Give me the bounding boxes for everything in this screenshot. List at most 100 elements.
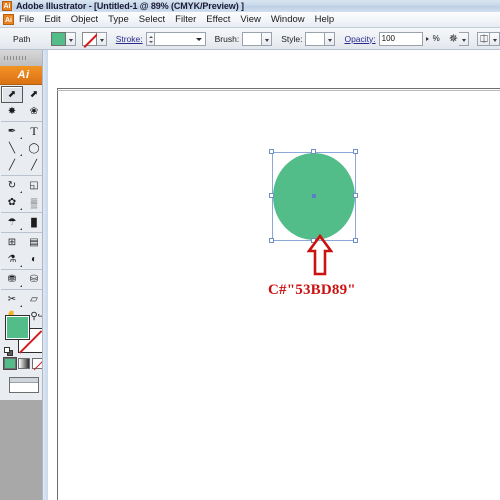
tools-panel-drag-grip-icon[interactable] [0, 50, 47, 67]
flyout-corner-icon [19, 305, 22, 307]
live-paint-bucket-tool[interactable]: ⛃ [1, 271, 23, 288]
eraser-tool-icon: ▱ [30, 294, 38, 305]
stroke-label[interactable]: Stroke: [116, 34, 143, 44]
selection-handle-top-left[interactable] [269, 149, 274, 154]
ellipse-tool-icon: ◯ [28, 143, 40, 154]
stroke-swatch-group[interactable] [81, 31, 107, 46]
align-panel-icon[interactable]: ⎅ [477, 31, 490, 46]
magic-wand-tool[interactable]: ✸ [1, 103, 23, 120]
menu-item-effect[interactable]: Effect [201, 12, 235, 27]
scale-tool-icon: ◱ [29, 180, 39, 191]
document-top-strip [48, 50, 500, 88]
slice-tool[interactable]: ✂ [1, 291, 23, 308]
style-control[interactable] [305, 31, 336, 46]
align-chevron-down-icon[interactable] [490, 31, 500, 46]
brush-control[interactable] [242, 31, 273, 46]
opacity-label[interactable]: Opacity: [344, 34, 375, 44]
menu-item-type[interactable]: Type [103, 12, 134, 27]
flyout-corner-icon [19, 208, 22, 210]
eyedropper-tool-icon: ⚗ [7, 254, 17, 265]
stroke-weight-stepper[interactable] [145, 31, 154, 46]
transform-effects-icon[interactable]: ✵ [449, 32, 458, 45]
selection-tool[interactable]: ⬈ [1, 86, 23, 103]
menu-item-help[interactable]: Help [310, 12, 340, 27]
stroke-weight-chevron-down-icon[interactable] [195, 37, 202, 41]
type-tool-icon: T [30, 124, 38, 138]
transform-chevron-down-icon[interactable] [459, 31, 469, 46]
default-fill-square-icon [4, 347, 10, 353]
flyout-corner-icon [19, 191, 22, 193]
warp-tool[interactable]: ✿ [1, 194, 23, 211]
symbol-sprayer-tool[interactable]: ☂ [1, 214, 23, 231]
fill-chevron-down-icon[interactable] [65, 31, 76, 46]
color-mode-button[interactable] [4, 358, 16, 369]
selection-handle-top-center[interactable] [311, 149, 316, 154]
opacity-control[interactable]: 100 % [378, 31, 440, 46]
flyout-corner-icon [19, 137, 22, 139]
selection-handle-top-right[interactable] [353, 149, 358, 154]
magic-wand-tool-icon: ✸ [7, 106, 17, 117]
live-paint-bucket-tool-icon: ⛃ [7, 274, 17, 285]
up-arrow-annotation-icon [307, 234, 333, 276]
pen-tool-icon: ✒ [7, 126, 17, 137]
paintbrush-tool-icon: ╱ [8, 160, 16, 171]
live-paint-selection-tool-icon: ⛁ [29, 274, 39, 285]
fill-indicator-swatch[interactable] [5, 315, 30, 340]
menu-item-view[interactable]: View [235, 12, 265, 27]
selection-handle-middle-right[interactable] [353, 193, 358, 198]
tools-panel-footer [0, 400, 47, 500]
menu-item-file[interactable]: File [14, 12, 39, 27]
fill-swatch-group[interactable] [50, 31, 76, 46]
grip-dots-icon [4, 56, 28, 60]
stroke-color-swatch[interactable] [81, 31, 97, 46]
object-type-label: Path [13, 33, 31, 44]
fill-stroke-indicator[interactable]: ↪ [4, 311, 45, 356]
stroke-weight-input[interactable] [153, 31, 206, 46]
style-input[interactable] [305, 31, 326, 46]
pen-tool[interactable]: ✒ [1, 123, 23, 140]
stroke-chevron-down-icon[interactable] [96, 31, 107, 46]
opacity-input[interactable]: 100 [378, 31, 423, 46]
stroke-weight-control[interactable] [145, 31, 206, 46]
line-segment-tool-icon: ╲ [8, 143, 16, 154]
direct-selection-tool-icon: ⬈ [29, 89, 39, 100]
tool-divider [1, 289, 46, 290]
paint-mode-buttons [4, 358, 44, 370]
menu-item-window[interactable]: Window [266, 12, 310, 27]
selection-handle-middle-left[interactable] [269, 193, 274, 198]
paintbrush-tool[interactable]: ╱ [1, 157, 23, 174]
document-window: C#"53BD89" [48, 50, 500, 500]
tool-divider [1, 121, 46, 122]
transform-effects-group[interactable]: ✵ [449, 31, 469, 46]
line-segment-tool[interactable]: ╲ [1, 140, 23, 157]
selection-handle-bottom-right[interactable] [353, 238, 358, 243]
tools-panel-header: Ai [0, 66, 47, 85]
eyedropper-tool[interactable]: ⚗ [1, 251, 23, 268]
opacity-unit-label: % [432, 34, 440, 43]
menu-item-edit[interactable]: Edit [39, 12, 65, 27]
tool-divider [1, 232, 46, 233]
rotate-tool[interactable]: ↻ [1, 177, 23, 194]
fill-color-swatch[interactable] [50, 31, 66, 46]
symbol-sprayer-tool-icon: ☂ [7, 217, 17, 228]
ai-logo-icon: Ai [2, 1, 12, 11]
tool-grid: ⬈ ⬈ ✸ ❀ ✒ T ╲ ◯ ╱ ╱ ↻ ◱ ✿ ▒ ☂ █ ⊞ ▤ ⚗ ◐ … [1, 86, 46, 325]
selection-tool-icon: ⬈ [7, 89, 17, 100]
lasso-tool-icon: ❀ [29, 106, 39, 117]
gradient-mode-button[interactable] [18, 358, 30, 369]
menu-item-select[interactable]: Select [134, 12, 170, 27]
mesh-tool[interactable]: ⊞ [1, 234, 23, 251]
opacity-slider-arrow-icon[interactable] [425, 36, 429, 41]
selection-handle-bottom-left[interactable] [269, 238, 274, 243]
screen-mode-button[interactable] [9, 377, 39, 393]
brush-label: Brush: [214, 33, 240, 44]
selected-object-group[interactable] [269, 149, 358, 243]
align-panel-group[interactable]: ⎅ [477, 31, 500, 46]
style-chevron-down-icon[interactable] [325, 31, 336, 46]
brush-chevron-down-icon[interactable] [262, 31, 273, 46]
menu-item-object[interactable]: Object [66, 12, 103, 27]
flyout-corner-icon [19, 228, 22, 230]
menu-item-filter[interactable]: Filter [170, 12, 201, 27]
brush-input[interactable] [242, 31, 263, 46]
default-fill-stroke-icon[interactable] [4, 347, 13, 356]
